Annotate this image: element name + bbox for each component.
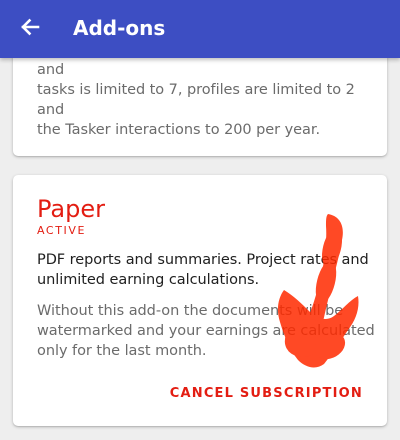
status-badge: ACTIVE: [37, 224, 87, 237]
addons-list[interactable]: Without this add-on the number of projec…: [0, 0, 400, 440]
addon-limit-note: Without this add-on the documents will b…: [37, 303, 375, 359]
addon-title: Paper: [37, 195, 105, 223]
page-title: Add-ons: [73, 16, 166, 40]
addon-card-paper: Paper ACTIVE PDF reports and summaries. …: [13, 175, 387, 426]
back-button[interactable]: [8, 5, 52, 49]
app-bar: Add-ons: [0, 0, 400, 58]
arrow-left-icon: [21, 18, 40, 36]
addon-description: PDF reports and summaries. Project rates…: [37, 252, 369, 288]
cancel-subscription-button[interactable]: CANCEL SUBSCRIPTION: [170, 385, 363, 403]
